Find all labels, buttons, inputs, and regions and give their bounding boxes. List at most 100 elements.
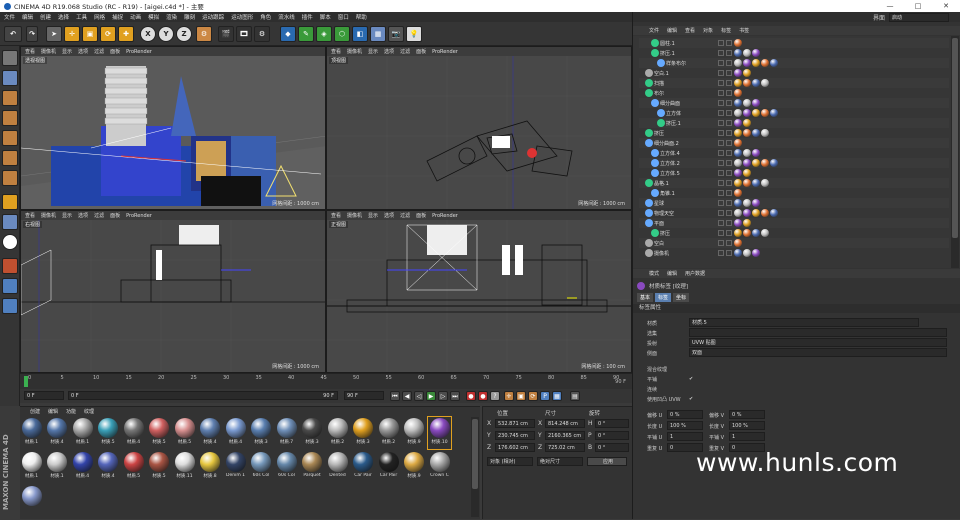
material-tag-icon[interactable] [734, 99, 742, 107]
viewport-menu-item[interactable]: 显示 [62, 48, 72, 55]
viewport-menu-item[interactable]: 查看 [331, 48, 341, 55]
material-tag-icon[interactable] [743, 149, 751, 157]
visibility-toggle[interactable] [718, 120, 724, 126]
play-reverse-icon[interactable]: ◁ [414, 391, 424, 401]
viewport-menu-item[interactable]: 过滤 [400, 48, 410, 55]
material-tag-icon[interactable] [734, 249, 742, 257]
viewport-menu-item[interactable]: 面板 [416, 48, 426, 55]
attribute-checkbox[interactable]: ✔ [689, 374, 693, 384]
material-tag-icon[interactable] [752, 249, 760, 257]
material-tag-icon[interactable] [734, 39, 742, 47]
material-tag-icon[interactable] [734, 109, 742, 117]
viewport-menu-item[interactable]: 面板 [416, 212, 426, 219]
attribute-tab[interactable]: 基本 [637, 293, 654, 302]
enable-check[interactable] [726, 40, 732, 46]
material-swatch[interactable]: 60s Col [250, 451, 273, 483]
enable-check[interactable] [726, 150, 732, 156]
material-swatch[interactable]: 材质.5 [97, 417, 120, 449]
material-tag-icon[interactable] [752, 149, 760, 157]
material-swatch[interactable]: 材质.4 [71, 451, 94, 483]
material-swatch[interactable]: 材质.1 [71, 417, 94, 449]
light-icon[interactable]: 💡 [406, 26, 422, 42]
material-tag-icon[interactable] [743, 129, 751, 137]
material-swatch[interactable]: 材质.8 [199, 451, 222, 483]
material-swatch[interactable]: 材质.4 [46, 417, 69, 449]
redo-icon[interactable]: ↷ [26, 26, 38, 42]
enable-check[interactable] [726, 80, 732, 86]
material-swatch[interactable]: Dented [326, 451, 349, 483]
live-selection-icon[interactable] [2, 194, 18, 210]
menu-item-0[interactable]: 文件 [4, 13, 15, 21]
visibility-toggle[interactable] [718, 170, 724, 176]
viewport-menu-item[interactable]: 显示 [62, 212, 72, 219]
timeline-window-icon[interactable]: ▤ [570, 391, 580, 401]
play-icon[interactable]: ▶ [426, 391, 436, 401]
viewport-menu-item[interactable]: 查看 [331, 212, 341, 219]
object-row[interactable]: 摄像机 [639, 248, 949, 258]
material-tag-icon[interactable] [752, 99, 760, 107]
attribute-value-field[interactable]: UVW 贴图 [689, 338, 947, 347]
enable-check[interactable] [726, 170, 732, 176]
object-row[interactable]: 扫描 [639, 78, 949, 88]
key-pla-icon[interactable]: ▦ [552, 391, 562, 401]
viewport-menu-item[interactable]: 选项 [78, 212, 88, 219]
visibility-toggle[interactable] [718, 250, 724, 256]
material-tag-icon[interactable] [734, 69, 742, 77]
visibility-toggle[interactable] [718, 210, 724, 216]
attribute-value-field[interactable]: 0 % [667, 410, 703, 419]
viewport-menu-item[interactable]: ProRender [432, 213, 458, 219]
keyframe-selection-icon[interactable]: ? [490, 391, 500, 401]
position-field[interactable]: 532.871 cm [495, 419, 535, 428]
material-tag-icon[interactable] [752, 209, 760, 217]
z-axis-button[interactable]: Z [176, 26, 192, 42]
objects-menu-item[interactable]: 编辑 [667, 27, 677, 34]
menu-item-13[interactable]: 角色 [260, 13, 271, 21]
rotation-field[interactable]: 0 ° [595, 419, 629, 428]
menu-item-17[interactable]: 窗口 [338, 13, 349, 21]
menu-item-2[interactable]: 创建 [40, 13, 51, 21]
attribute-value-field[interactable]: 0 % [729, 410, 765, 419]
object-row[interactable]: 立方体.4 [639, 148, 949, 158]
material-swatch[interactable] [20, 485, 43, 517]
enable-check[interactable] [726, 200, 732, 206]
material-scrollbar[interactable] [471, 417, 479, 517]
enable-check[interactable] [726, 90, 732, 96]
material-tag-icon[interactable] [734, 129, 742, 137]
material-swatch[interactable]: 材质.2 [377, 417, 400, 449]
enable-check[interactable] [726, 50, 732, 56]
transform-icon[interactable]: ✚ [118, 26, 134, 42]
enable-check[interactable] [726, 140, 732, 146]
magnet-icon[interactable] [2, 258, 18, 274]
material-tag-icon[interactable] [734, 159, 742, 167]
material-tag-icon[interactable] [761, 159, 769, 167]
material-tag-icon[interactable] [743, 119, 751, 127]
objects-menu-item[interactable]: 文件 [649, 27, 659, 34]
material-tag-icon[interactable] [743, 179, 751, 187]
select-arrow-icon[interactable]: ➤ [46, 26, 62, 42]
visibility-toggle[interactable] [718, 240, 724, 246]
material-tag-icon[interactable] [734, 189, 742, 197]
menu-item-7[interactable]: 动画 [130, 13, 141, 21]
tweak-icon[interactable] [2, 214, 18, 230]
key-rotation-icon[interactable]: ⟳ [528, 391, 538, 401]
menu-item-11[interactable]: 运动跟踪 [202, 13, 224, 21]
floor-icon[interactable]: ▦ [370, 26, 386, 42]
material-tag-icon[interactable] [734, 49, 742, 57]
material-swatch[interactable]: 材质.4 [122, 417, 145, 449]
material-tag-icon[interactable] [770, 209, 778, 217]
material-swatch[interactable]: Car Pair [377, 451, 400, 483]
render-picture-icon[interactable]: 🎞 [236, 26, 252, 42]
attribute-value-field[interactable]: 100 % [729, 421, 765, 430]
material-menu-item[interactable]: 纹理 [84, 408, 94, 415]
material-tag-icon[interactable] [734, 169, 742, 177]
viewport-right[interactable]: 查看 摄像机 显示 选项 过滤 面板 ProRender 右视图 网格间距 : 1000 c… [20, 210, 326, 373]
material-swatch[interactable]: 材质.1 [46, 451, 69, 483]
material-menu-item[interactable]: 功能 [66, 408, 76, 415]
viewport-menu-item[interactable]: 面板 [110, 48, 120, 55]
visibility-toggle[interactable] [718, 140, 724, 146]
material-tag-icon[interactable] [761, 179, 769, 187]
maximize-button[interactable]: □ [908, 0, 928, 12]
material-tag-icon[interactable] [752, 59, 760, 67]
rotation-field[interactable]: 0 ° [595, 443, 629, 452]
position-field[interactable]: 176.602 cm [495, 443, 535, 452]
